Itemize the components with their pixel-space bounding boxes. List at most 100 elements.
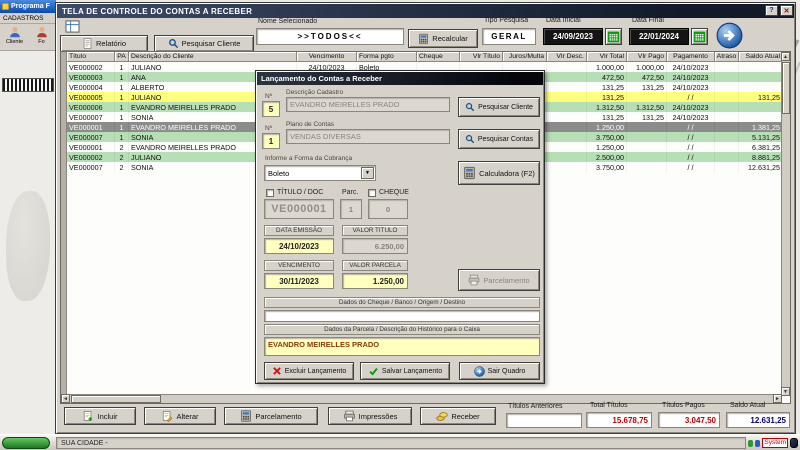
include-button[interactable]: Incluir — [64, 407, 136, 425]
recalc-button[interactable]: Recalcular — [408, 29, 478, 48]
col-header-cheque[interactable]: Cheque — [417, 52, 460, 62]
scroll-right-button[interactable]: ► — [773, 394, 782, 403]
col-header-pago[interactable]: Vlr Pago — [627, 52, 667, 62]
date-end-field[interactable]: 22/01/2024 — [629, 28, 689, 45]
titulo-doc-field[interactable]: VE000001 — [264, 199, 334, 219]
account-plan-field[interactable]: VENDAS DIVERSAS — [286, 129, 450, 144]
installment-value-field[interactable]: 1.250,00 — [342, 273, 408, 289]
delete-entry-button[interactable]: Excluir Lançamento — [264, 362, 354, 380]
cell-pagamento: 24/10/2023 — [667, 102, 715, 112]
desktop: Programa F CADASTROS Cliente Fo TELA DE — [0, 0, 800, 450]
client-number-field[interactable]: 5 — [262, 101, 280, 117]
app-icon — [2, 3, 9, 10]
billing-form-select[interactable]: Boleto ▼ — [264, 165, 376, 181]
parc-field[interactable]: 1 — [340, 199, 362, 219]
col-header-juros[interactable]: Juros/Multa — [503, 52, 547, 62]
h-scroll-thumb[interactable] — [71, 395, 161, 403]
col-header-titulo[interactable]: Título — [67, 52, 115, 62]
tray-blue-icon[interactable] — [755, 439, 761, 447]
installment-value-label: VALOR PARCELA — [342, 260, 408, 271]
col-header-vencimento[interactable]: Vencimento — [297, 52, 357, 62]
start-button[interactable] — [2, 437, 50, 449]
history-field[interactable]: EVANDRO MEIRELLES PRADO — [264, 337, 540, 356]
scroll-up-button[interactable]: ▲ — [781, 52, 790, 61]
cell-saldo: 12.631,25 — [739, 162, 783, 172]
report-button[interactable]: Relatório — [60, 35, 148, 52]
selected-name-field[interactable]: >>TODOS<< — [256, 28, 404, 45]
search-client-button[interactable]: Pesquisar Cliente — [154, 35, 254, 52]
col-header-pa[interactable]: PA — [115, 52, 129, 62]
menu-cadastros[interactable]: CADASTROS — [0, 13, 56, 24]
cell-pa: 2 — [115, 152, 129, 162]
toolbar-button-cliente[interactable]: Cliente — [2, 25, 27, 49]
cheque-checkbox[interactable] — [368, 189, 376, 197]
cell-atraso — [715, 82, 739, 92]
calendar-button-end[interactable] — [691, 28, 708, 45]
close-button[interactable]: ✕ — [780, 5, 793, 16]
cell-pa: 1 — [115, 102, 129, 112]
search-client-button-modal[interactable]: Pesquisar Cliente — [458, 97, 540, 117]
cheque-data-label: Dados do Cheque / Banco / Origem / Desti… — [264, 297, 540, 308]
tray-app-icon[interactable] — [790, 438, 798, 448]
search-accounts-button[interactable]: Pesquisar Contas — [458, 129, 540, 149]
account-number-field[interactable]: 1 — [262, 133, 280, 149]
chevron-down-icon[interactable]: ▼ — [361, 167, 374, 179]
titulo-doc-checkbox[interactable] — [266, 189, 274, 197]
tray-badge-system[interactable]: System — [762, 438, 789, 448]
client-desc-field[interactable]: EVANDRO MEIRELLES PRADO — [286, 97, 450, 112]
calendar-button-start[interactable] — [605, 28, 622, 45]
cell-pagamento: 24/10/2023 — [667, 62, 715, 72]
scroll-down-button[interactable]: ▼ — [781, 387, 790, 396]
scroll-left-button[interactable]: ◄ — [61, 394, 70, 403]
tray-green-icon[interactable] — [748, 439, 754, 447]
title-value-value: 6.250,00 — [374, 241, 404, 251]
cell-pa: 1 — [115, 82, 129, 92]
col-header-cliente[interactable]: Descrição do Cliente — [129, 52, 297, 62]
go-button[interactable] — [716, 22, 743, 49]
col-header-forma[interactable]: Forma pgto — [357, 52, 417, 62]
receive-button[interactable]: Receber — [420, 407, 496, 425]
save-entry-button[interactable]: Salvar Lançamento — [360, 362, 450, 380]
exit-dialog-button[interactable]: Sair Quadro — [459, 362, 540, 380]
emission-date-field[interactable]: 24/10/2023 — [264, 238, 334, 254]
cell-titulo: VE000005 — [67, 92, 115, 102]
col-header-atraso[interactable]: Atraso — [715, 52, 739, 62]
cheque-data-field[interactable] — [264, 310, 540, 322]
installments-button[interactable]: Parcelamento — [224, 407, 318, 425]
cheque-number-field[interactable]: 0 — [368, 199, 408, 219]
previous-titles-box — [506, 413, 582, 428]
account-number-label: Nº — [265, 125, 273, 132]
toolbar-button-fornecedor[interactable]: Fo — [29, 25, 54, 49]
search-type-field[interactable]: GERAL — [482, 28, 536, 45]
cheque-data-label-text: Dados do Cheque / Banco / Origem / Desti… — [338, 299, 466, 306]
installments-button-modal[interactable]: Parcelamento — [458, 269, 540, 291]
receive-button-label: Receber — [451, 411, 480, 421]
v-scroll-thumb[interactable] — [782, 62, 790, 114]
v-scrollbar[interactable]: ▲ ▼ — [781, 52, 790, 396]
title-value-field[interactable]: 6.250,00 — [342, 238, 408, 254]
cell-pago — [627, 122, 667, 132]
cell-titulo: VE000004 — [67, 82, 115, 92]
calculator-button[interactable]: Calculadora (F2) — [458, 161, 540, 185]
calculator-button-label: Calculadora (F2) — [479, 168, 535, 178]
recalc-button-label: Recalcular — [432, 34, 468, 43]
balance-value: 12.631,25 — [750, 415, 786, 425]
due-date-field[interactable]: 30/11/2023 — [264, 273, 334, 289]
col-header-desc[interactable]: Vlr Desc. — [547, 52, 587, 62]
selected-name-value: >>TODOS<< — [297, 32, 363, 41]
balance-box: 12.631,25 — [726, 412, 790, 428]
prints-button[interactable]: Impressões — [328, 407, 412, 425]
cell-total: 1.000,00 — [587, 62, 627, 72]
client-number-value: 5 — [268, 104, 274, 114]
date-start-field[interactable]: 24/09/2023 — [543, 28, 603, 45]
col-header-total[interactable]: Vlr Total — [587, 52, 627, 62]
col-header-saldo[interactable]: Saldo Atual — [739, 52, 783, 62]
col-header-vlr_titulo[interactable]: Vlr Título — [460, 52, 503, 62]
col-header-pagamento[interactable]: Pagamento — [667, 52, 715, 62]
cell-atraso — [715, 162, 739, 172]
edit-button[interactable]: Alterar — [144, 407, 216, 425]
cell-pa: 2 — [115, 162, 129, 172]
help-button[interactable]: ? — [765, 5, 778, 16]
emission-date-label-text: DATA EMISSÃO — [276, 227, 322, 234]
cell-pago: 131,25 — [627, 82, 667, 92]
